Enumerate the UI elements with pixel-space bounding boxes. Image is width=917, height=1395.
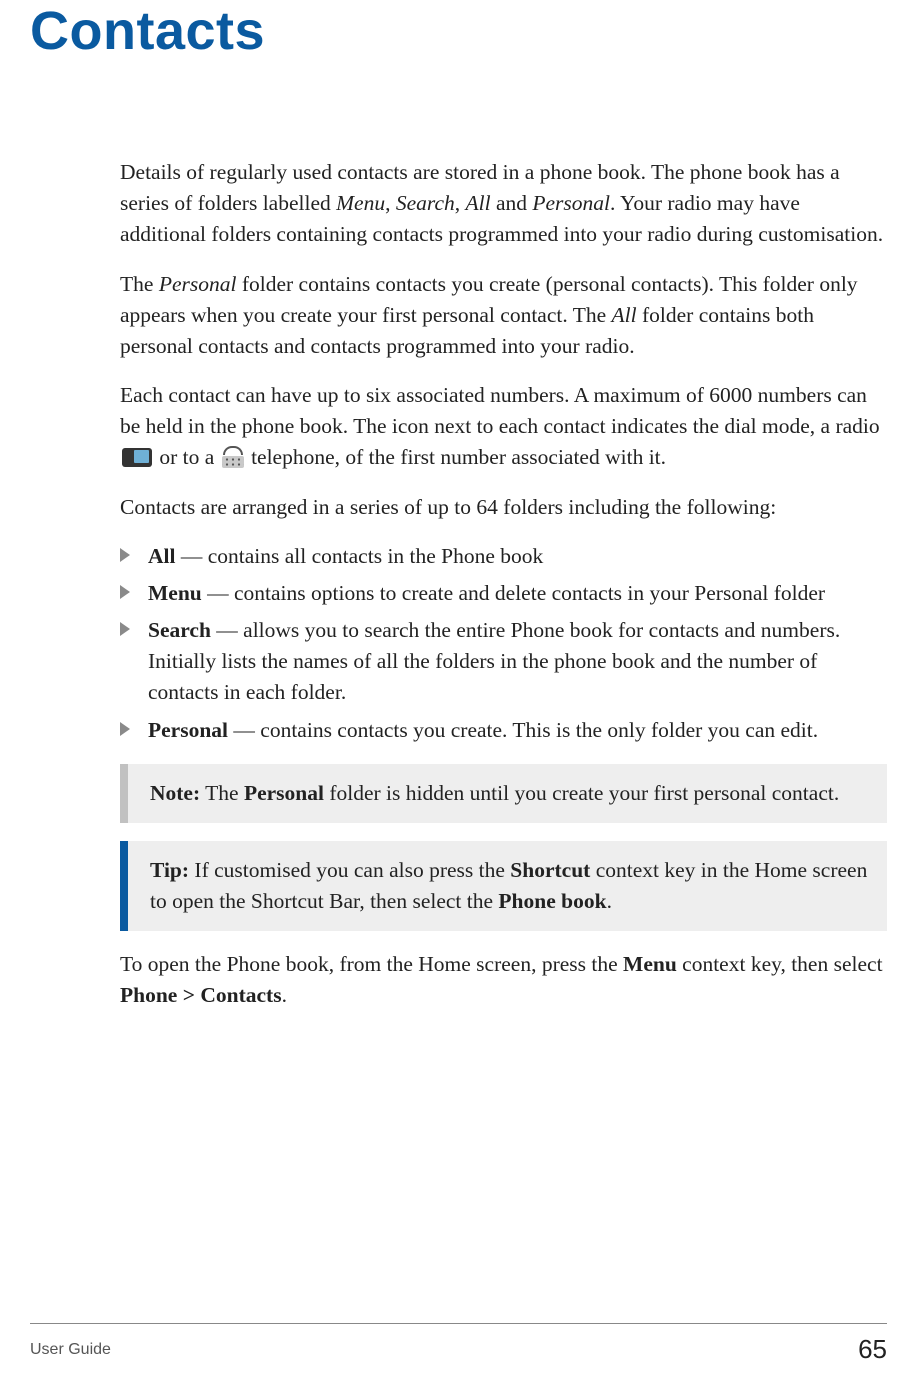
list-item: Personal — contains contacts you create.…	[120, 715, 887, 746]
intro-paragraph-2: The Personal folder contains contacts yo…	[120, 269, 887, 363]
folder-all: All	[612, 303, 637, 327]
page-title: Contacts	[30, 0, 887, 62]
intro-paragraph-4: Contacts are arranged in a series of up …	[120, 492, 887, 523]
text: —	[228, 718, 260, 742]
list-item: Search — allows you to search the entire…	[120, 615, 887, 709]
text: To open the Phone book, from the Home sc…	[120, 952, 623, 976]
list-item: Menu — contains options to create and de…	[120, 578, 887, 609]
text: .	[607, 889, 612, 913]
text-bold: Menu	[623, 952, 677, 976]
text: folder is hidden until you create your f…	[324, 781, 839, 805]
text: If customised you can also press the	[189, 858, 510, 882]
tip-label: Tip:	[150, 858, 189, 882]
folder-search: Search	[396, 191, 455, 215]
bullet-icon	[120, 722, 130, 736]
text: or to a	[154, 445, 220, 469]
text-bold: Phone > Contacts	[120, 983, 282, 1007]
text: context key, then select	[677, 952, 883, 976]
folder-personal: Personal	[532, 191, 610, 215]
closing-paragraph: To open the Phone book, from the Home sc…	[120, 949, 887, 1011]
bullet-icon	[120, 585, 130, 599]
footer-doc-title: User Guide	[30, 1341, 111, 1359]
list-desc: allows you to search the entire Phone bo…	[148, 618, 840, 704]
text-bold: Shortcut	[510, 858, 590, 882]
footer-page-number: 65	[858, 1334, 887, 1365]
telephone-icon	[222, 446, 244, 468]
list-item: All — contains all contacts in the Phone…	[120, 541, 887, 572]
list-term: Search	[148, 618, 211, 642]
text: —	[202, 581, 234, 605]
bullet-icon	[120, 548, 130, 562]
text: Each contact can have up to six associat…	[120, 383, 880, 438]
note-label: Note:	[150, 781, 200, 805]
text: The	[200, 781, 244, 805]
note-callout: Note: The Personal folder is hidden unti…	[120, 764, 887, 823]
text: .	[282, 983, 287, 1007]
radio-icon	[122, 448, 152, 467]
text-bold: Personal	[244, 781, 324, 805]
text: —	[175, 544, 207, 568]
intro-paragraph-1: Details of regularly used contacts are s…	[120, 157, 887, 251]
folder-personal: Personal	[159, 272, 237, 296]
text: —	[211, 618, 243, 642]
body-content: Details of regularly used contacts are s…	[120, 157, 887, 1012]
text: and	[491, 191, 533, 215]
page-footer: User Guide 65	[30, 1323, 887, 1365]
text-bold: Phone book	[498, 889, 606, 913]
text: The	[120, 272, 159, 296]
intro-paragraph-3: Each contact can have up to six associat…	[120, 380, 887, 474]
list-desc: contains all contacts in the Phone book	[208, 544, 544, 568]
list-desc: contains options to create and delete co…	[234, 581, 825, 605]
text: ,	[385, 191, 396, 215]
folder-all: All	[465, 191, 490, 215]
bullet-icon	[120, 622, 130, 636]
folder-list: All — contains all contacts in the Phone…	[120, 541, 887, 746]
list-term: Personal	[148, 718, 228, 742]
text: telephone, of the first number associate…	[246, 445, 666, 469]
list-term: All	[148, 544, 175, 568]
list-desc: contains contacts you create. This is th…	[260, 718, 818, 742]
tip-callout: Tip: If customised you can also press th…	[120, 841, 887, 931]
list-term: Menu	[148, 581, 202, 605]
text: ,	[455, 191, 466, 215]
folder-menu: Menu	[336, 191, 385, 215]
